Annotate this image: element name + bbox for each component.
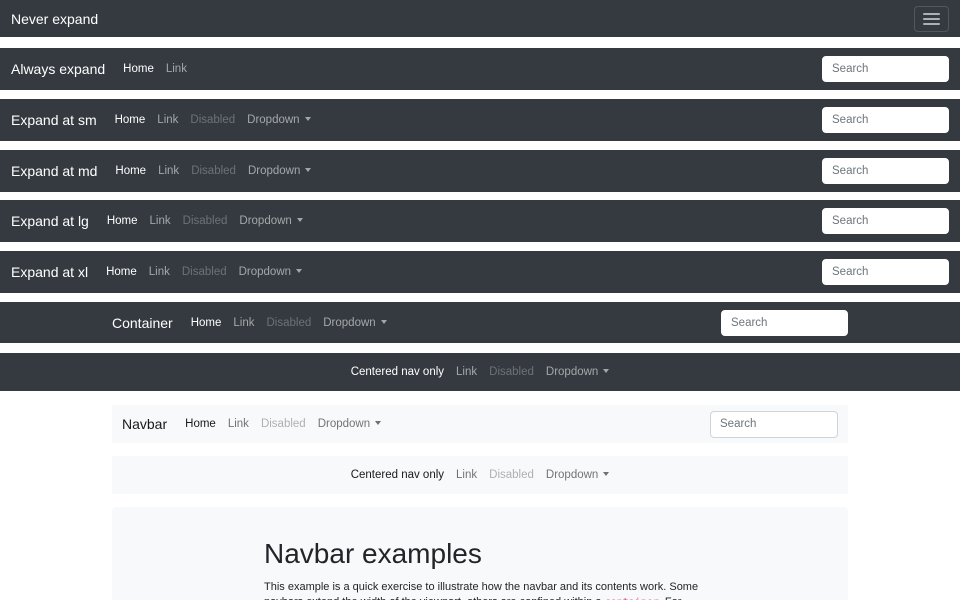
nav-item-link[interactable]: Link (227, 317, 260, 329)
navbar-container-wrapper: Container HomeLinkDisabledDropdown (112, 302, 848, 343)
navbar-expand-at-lg: Expand at lg HomeLinkDisabledDropdown (0, 200, 960, 242)
nav-item-disabled: Disabled (184, 114, 241, 126)
navbar-brand-expand-at-xl[interactable]: Expand at xl (11, 264, 88, 280)
nav-item-centered-nav-only[interactable]: Centered nav only (345, 469, 450, 481)
nav-item-centered-nav-only[interactable]: Centered nav only (345, 366, 450, 378)
navbar-never-expand: Never expand (0, 0, 960, 37)
nav-item-home[interactable]: Home (117, 63, 160, 75)
jumbotron-inner-column: Navbar examples This example is a quick … (264, 538, 744, 600)
nav-item-home[interactable]: Home (101, 215, 144, 227)
nav-item-dropdown[interactable]: Dropdown (317, 317, 392, 329)
caret-down-icon (603, 369, 609, 373)
nav-item-dropdown[interactable]: Dropdown (312, 418, 387, 430)
nav-item-link[interactable]: Link (143, 266, 176, 278)
navbar-brand-container[interactable]: Container (112, 315, 173, 331)
navbar-expand-at-sm: Expand at sm HomeLinkDisabledDropdown (0, 99, 960, 141)
intro-line-1: This example is a quick exercise to illu… (264, 581, 698, 593)
nav-item-disabled: Disabled (185, 165, 242, 177)
navbar-navbar-light: Navbar HomeLinkDisabledDropdown (112, 405, 848, 443)
nav-item-link[interactable]: Link (151, 114, 184, 126)
nav-item-disabled: Disabled (483, 366, 540, 378)
nav-item-dropdown[interactable]: Dropdown (540, 469, 615, 481)
navbar-nav-expand-at-sm: HomeLinkDisabledDropdown (109, 114, 317, 126)
navbar-brand-navbar-light[interactable]: Navbar (122, 416, 167, 432)
nav-item-dropdown[interactable]: Dropdown (540, 366, 615, 378)
navbar-brand-expand-at-lg[interactable]: Expand at lg (11, 213, 89, 229)
caret-down-icon (305, 117, 311, 121)
nav-item-dropdown[interactable]: Dropdown (241, 114, 316, 126)
navbar-centered-dark: Centered nav onlyLinkDisabledDropdown (0, 353, 960, 391)
search-input-expand-at-xl[interactable] (822, 259, 949, 285)
page-title: Navbar examples (264, 538, 744, 570)
search-input-expand-at-lg[interactable] (822, 208, 949, 234)
nav-item-disabled: Disabled (255, 418, 312, 430)
nav-item-link[interactable]: Link (450, 366, 483, 378)
nav-item-dropdown[interactable]: Dropdown (242, 165, 317, 177)
navbar-nav-expand-at-md: HomeLinkDisabledDropdown (109, 165, 317, 177)
intro-line-2-before-code: navbars extend the width of the viewport… (264, 596, 605, 600)
navbars-stack: Never expandAlways expandHomeLinkExpand … (0, 0, 960, 494)
nav-item-disabled: Disabled (176, 266, 233, 278)
nav-item-dropdown[interactable]: Dropdown (233, 266, 308, 278)
jumbotron: Navbar examples This example is a quick … (112, 507, 848, 600)
caret-down-icon (297, 218, 303, 222)
search-input-navbar-light[interactable] (710, 411, 838, 438)
intro-line-2-after-code: . For (659, 596, 682, 600)
navbar-nav-always-expand: HomeLink (117, 63, 193, 75)
navbar-brand-expand-at-sm[interactable]: Expand at sm (11, 112, 97, 128)
caret-down-icon (603, 472, 609, 476)
intro-paragraph: This example is a quick exercise to illu… (264, 580, 744, 600)
caret-down-icon (305, 168, 311, 172)
nav-item-home[interactable]: Home (100, 266, 143, 278)
nav-item-home[interactable]: Home (109, 165, 152, 177)
navbar-expand-at-xl: Expand at xl HomeLinkDisabledDropdown (0, 251, 960, 293)
navbar-container: Container HomeLinkDisabledDropdown (0, 302, 960, 343)
navbar-nav-centered-dark: Centered nav onlyLinkDisabledDropdown (345, 366, 616, 378)
nav-item-dropdown[interactable]: Dropdown (233, 215, 308, 227)
caret-down-icon (375, 421, 381, 425)
nav-item-link[interactable]: Link (450, 469, 483, 481)
navbar-always-expand: Always expand HomeLink (0, 48, 960, 90)
caret-down-icon (296, 269, 302, 273)
caret-down-icon (381, 320, 387, 324)
main-content: Navbar examples This example is a quick … (0, 507, 960, 600)
search-input-expand-at-md[interactable] (822, 158, 949, 184)
navbar-nav-centered-light: Centered nav onlyLinkDisabledDropdown (345, 469, 616, 481)
nav-item-disabled: Disabled (483, 469, 540, 481)
nav-item-link[interactable]: Link (222, 418, 255, 430)
navbar-nav-expand-at-lg: HomeLinkDisabledDropdown (101, 215, 309, 227)
navbar-expand-at-md: Expand at md HomeLinkDisabledDropdown (0, 150, 960, 192)
hamburger-menu-icon (923, 13, 940, 25)
nav-item-disabled: Disabled (177, 215, 234, 227)
nav-item-home[interactable]: Home (109, 114, 152, 126)
navbar-nav-expand-at-xl: HomeLinkDisabledDropdown (100, 266, 308, 278)
search-input-expand-at-sm[interactable] (822, 107, 949, 133)
navbar-brand-always-expand[interactable]: Always expand (11, 61, 105, 77)
nav-item-home[interactable]: Home (185, 317, 228, 329)
navbar-nav-container: HomeLinkDisabledDropdown (185, 317, 393, 329)
nav-item-link[interactable]: Link (152, 165, 185, 177)
navbar-centered-light: Centered nav onlyLinkDisabledDropdown (112, 456, 848, 494)
nav-item-disabled: Disabled (261, 317, 318, 329)
navbar-brand-expand-at-md[interactable]: Expand at md (11, 163, 97, 179)
search-input-always-expand[interactable] (822, 56, 949, 82)
search-input-container[interactable] (721, 310, 848, 336)
nav-item-link[interactable]: Link (144, 215, 177, 227)
navbar-toggler-button[interactable] (914, 6, 949, 32)
nav-item-home[interactable]: Home (179, 418, 222, 430)
navbar-brand-never-expand[interactable]: Never expand (11, 11, 98, 27)
navbar-nav-navbar-light: HomeLinkDisabledDropdown (179, 418, 387, 430)
nav-item-link[interactable]: Link (160, 63, 193, 75)
